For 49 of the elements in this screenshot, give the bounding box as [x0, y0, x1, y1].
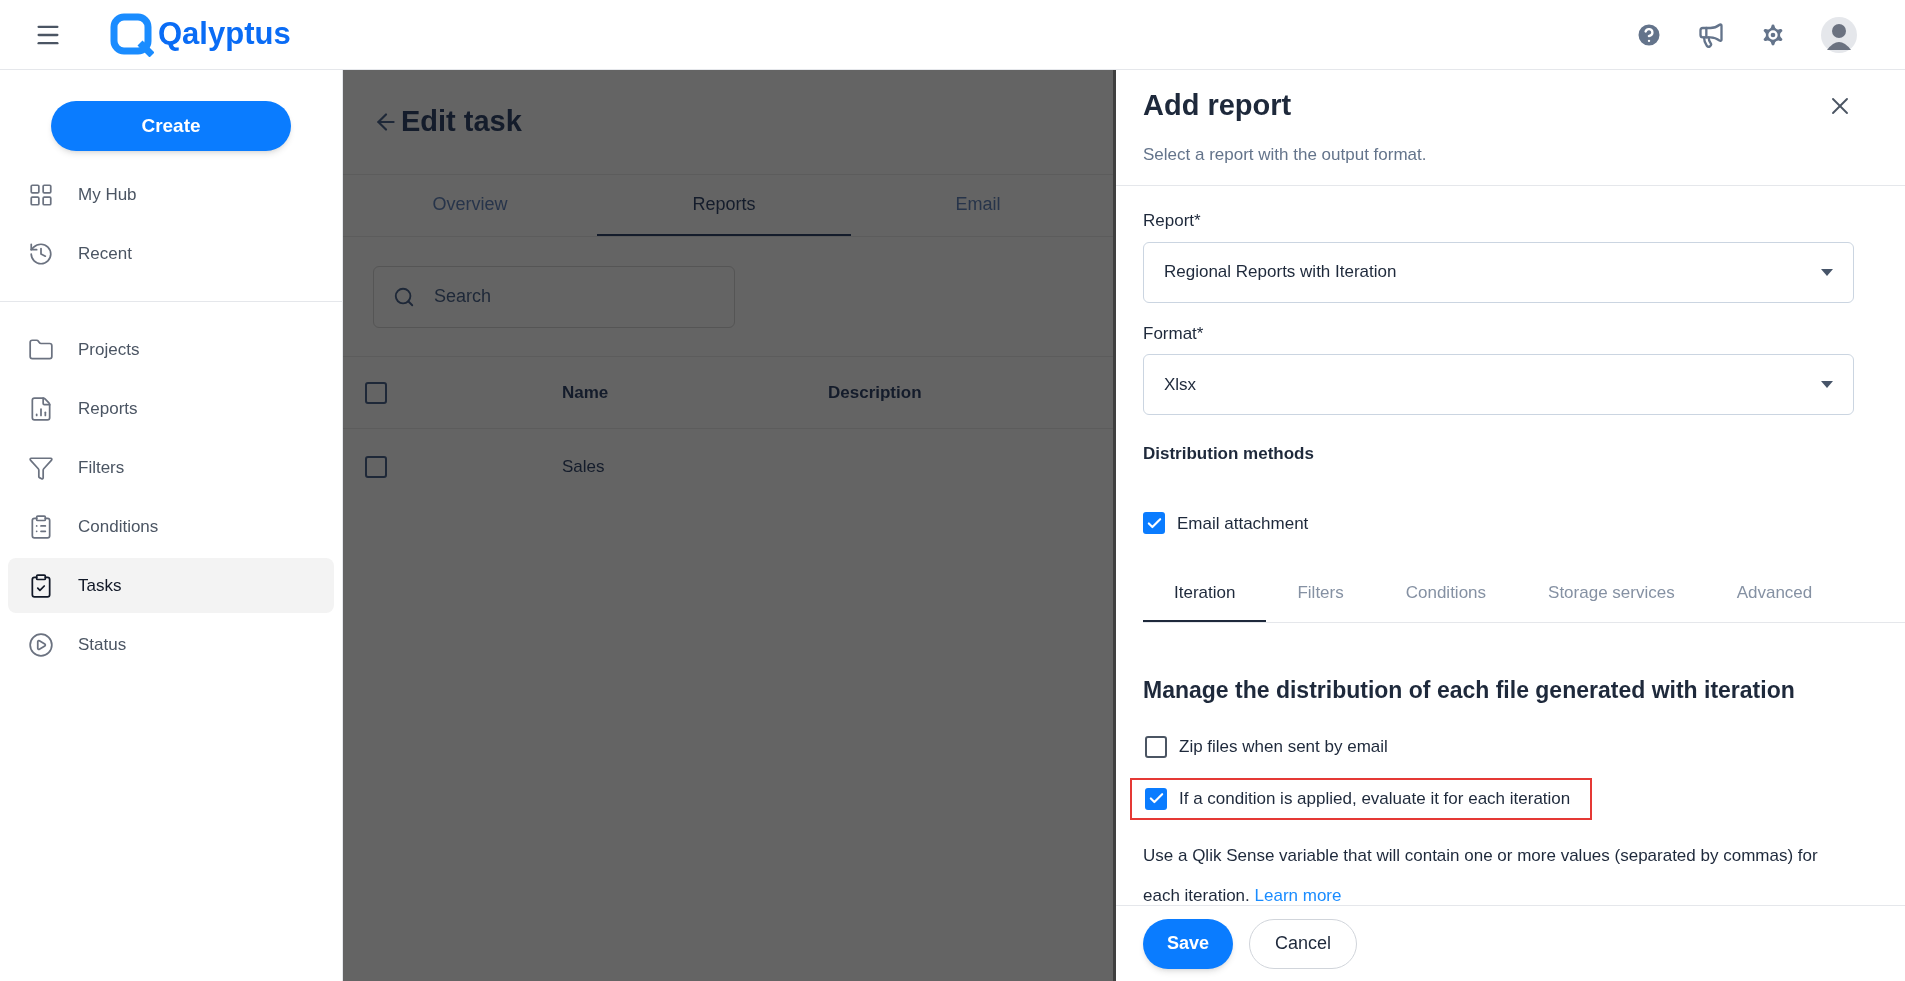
nav-item[interactable]: Status — [8, 617, 334, 672]
checkbox-label: Email attachment — [1177, 512, 1309, 535]
nav-icon — [28, 336, 54, 363]
nav-icon — [28, 181, 54, 208]
nav-icon — [28, 631, 54, 658]
nav-item[interactable]: Reports — [8, 381, 334, 436]
save-button[interactable]: Save — [1143, 918, 1234, 969]
cancel-button[interactable]: Cancel — [1249, 918, 1358, 969]
nav-item[interactable]: Filters — [8, 440, 334, 495]
select-field[interactable]: Regional Reports with Iteration — [1143, 241, 1854, 303]
section-heading: Manage the distribution of each file generated with iteration — [1143, 676, 1796, 705]
search-field[interactable]: Search — [373, 265, 735, 328]
megaphone-icon[interactable] — [1697, 20, 1725, 49]
checkbox[interactable] — [1145, 787, 1167, 810]
column-header: Name — [562, 381, 610, 404]
logo-icon — [110, 12, 154, 57]
nav-icon — [28, 240, 54, 267]
logo-text: Qalyptus — [158, 15, 291, 54]
checkbox[interactable] — [365, 456, 387, 478]
table-cell-text: Sales — [562, 456, 606, 479]
nav-icon — [28, 454, 54, 481]
select-field[interactable]: Xlsx — [1143, 354, 1854, 415]
nav-icon — [28, 572, 54, 599]
avatar-icon[interactable] — [1821, 16, 1857, 53]
checkbox-label: If a condition is applied, evaluate it for each iteration — [1179, 787, 1571, 810]
drawer-subtitle: Select a report with the output format. — [1143, 143, 1428, 166]
field-label: Format* — [1143, 322, 1205, 345]
nav-icon — [28, 395, 54, 422]
dropdown-icon — [1821, 381, 1833, 388]
column-header: Description — [828, 381, 922, 404]
section-label: Distribution methods — [1143, 443, 1315, 465]
checkbox[interactable] — [1143, 512, 1165, 535]
search-icon — [393, 285, 415, 308]
create-button[interactable]: Create — [51, 101, 291, 151]
checkbox-label: Zip files when sent by email — [1179, 735, 1388, 758]
nav-item[interactable]: My Hub — [8, 167, 334, 222]
nav-icon — [28, 513, 54, 540]
drawer-tab[interactable]: Iteration — [1143, 566, 1267, 622]
field-label: Report* — [1143, 210, 1202, 232]
checkbox[interactable] — [1145, 735, 1167, 758]
drawer-title: Add report — [1143, 88, 1292, 123]
checkbox[interactable] — [365, 381, 387, 404]
page-title: Edit task — [401, 104, 522, 140]
help-text: Use a Qlik Sense variable that will contain one or more values (separated by commas) for each iteration. Learn more — [1143, 844, 1819, 905]
nav-item[interactable]: Conditions — [8, 499, 334, 554]
nav-item[interactable]: Recent — [8, 226, 334, 281]
dropdown-icon — [1821, 268, 1833, 276]
nav-item[interactable]: Tasks — [8, 558, 334, 613]
nav-item[interactable]: Projects — [8, 322, 334, 377]
